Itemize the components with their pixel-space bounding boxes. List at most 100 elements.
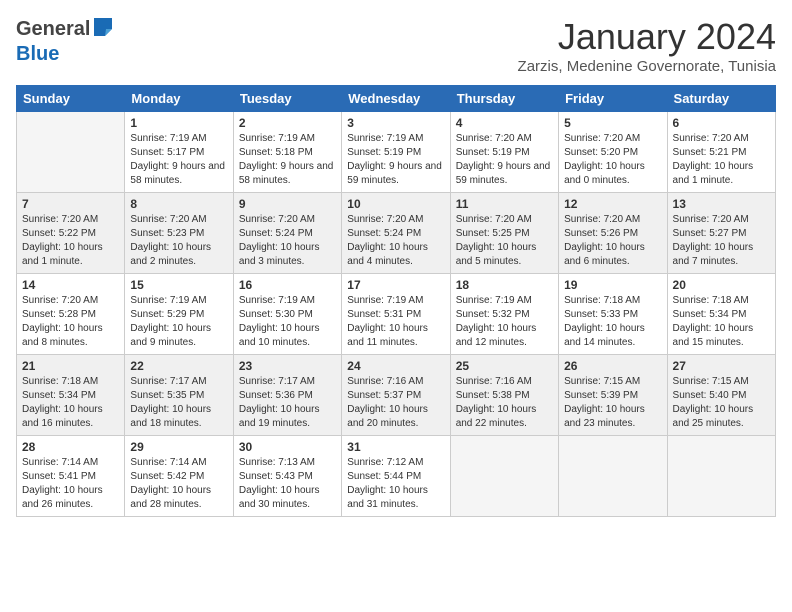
day-number: 29 (130, 440, 227, 454)
day-info: Sunrise: 7:19 AM Sunset: 5:30 PM Dayligh… (239, 294, 336, 350)
day-info: Sunrise: 7:20 AM Sunset: 5:26 PM Dayligh… (564, 213, 661, 269)
col-wednesday: Wednesday (342, 86, 450, 112)
day-number: 19 (564, 278, 661, 292)
table-row: 19 Sunrise: 7:18 AM Sunset: 5:33 PM Dayli… (559, 274, 667, 355)
day-number: 30 (239, 440, 336, 454)
logo-icon (92, 16, 114, 43)
day-info: Sunrise: 7:17 AM Sunset: 5:35 PM Dayligh… (130, 375, 227, 431)
day-info: Sunrise: 7:16 AM Sunset: 5:37 PM Dayligh… (347, 375, 444, 431)
table-row: 17Sunrise: 7:19 AM Sunset: 5:31 PM Dayli… (342, 274, 450, 355)
day-number: 14 (22, 278, 119, 292)
table-row: 5 Sunrise: 7:20 AM Sunset: 5:20 PM Daylig… (559, 112, 667, 193)
day-info: Sunrise: 7:20 AM Sunset: 5:20 PM Dayligh… (564, 132, 661, 188)
day-info: Sunrise: 7:18 AM Sunset: 5:34 PM Dayligh… (673, 294, 770, 350)
day-number: 7 (22, 197, 119, 211)
table-row: 23Sunrise: 7:17 AM Sunset: 5:36 PM Dayli… (233, 355, 341, 436)
table-row: 11 Sunrise: 7:20 AM Sunset: 5:25 PM Dayli… (450, 193, 558, 274)
table-row: 9 Sunrise: 7:20 AM Sunset: 5:24 PM Daylig… (233, 193, 341, 274)
day-number: 15 (130, 278, 227, 292)
day-number: 28 (22, 440, 119, 454)
day-number: 21 (22, 359, 119, 373)
table-row (17, 112, 125, 193)
table-row: 10 Sunrise: 7:20 AM Sunset: 5:24 PM Dayli… (342, 193, 450, 274)
table-row (559, 436, 667, 517)
day-number: 9 (239, 197, 336, 211)
day-info: Sunrise: 7:13 AM Sunset: 5:43 PM Dayligh… (239, 456, 336, 512)
table-row: 1Sunrise: 7:19 AM Sunset: 5:17 PM Daylig… (125, 112, 233, 193)
day-number: 1 (130, 116, 227, 130)
table-row: 16 Sunrise: 7:19 AM Sunset: 5:30 PM Dayli… (233, 274, 341, 355)
table-row: 6 Sunrise: 7:20 AM Sunset: 5:21 PM Daylig… (667, 112, 775, 193)
day-number: 6 (673, 116, 770, 130)
col-sunday: Sunday (17, 86, 125, 112)
day-info: Sunrise: 7:20 AM Sunset: 5:24 PM Dayligh… (347, 213, 444, 269)
calendar-week-row: 14 Sunrise: 7:20 AM Sunset: 5:28 PM Dayli… (17, 274, 776, 355)
table-row: 8Sunrise: 7:20 AM Sunset: 5:23 PM Daylig… (125, 193, 233, 274)
day-info: Sunrise: 7:15 AM Sunset: 5:40 PM Dayligh… (673, 375, 770, 431)
day-info: Sunrise: 7:18 AM Sunset: 5:33 PM Dayligh… (564, 294, 661, 350)
day-number: 13 (673, 197, 770, 211)
calendar-header-row: Sunday Monday Tuesday Wednesday Thursday… (17, 86, 776, 112)
calendar-week-row: 7 Sunrise: 7:20 AM Sunset: 5:22 PM Daylig… (17, 193, 776, 274)
day-number: 24 (347, 359, 444, 373)
calendar-table: Sunday Monday Tuesday Wednesday Thursday… (16, 85, 776, 517)
day-number: 3 (347, 116, 444, 130)
col-friday: Friday (559, 86, 667, 112)
table-row: 14 Sunrise: 7:20 AM Sunset: 5:28 PM Dayli… (17, 274, 125, 355)
day-number: 20 (673, 278, 770, 292)
title-area: January 2024 Zarzis, Medenine Governorat… (518, 16, 776, 75)
day-number: 26 (564, 359, 661, 373)
location-subtitle: Zarzis, Medenine Governorate, Tunisia (518, 58, 776, 75)
table-row: 18 Sunrise: 7:19 AM Sunset: 5:32 PM Dayli… (450, 274, 558, 355)
calendar-week-row: 28 Sunrise: 7:14 AM Sunset: 5:41 PM Dayli… (17, 436, 776, 517)
day-info: Sunrise: 7:19 AM Sunset: 5:29 PM Dayligh… (130, 294, 227, 350)
page-header: General Blue January 2024 Zarzis, Medeni… (16, 16, 776, 75)
day-info: Sunrise: 7:20 AM Sunset: 5:25 PM Dayligh… (456, 213, 553, 269)
day-info: Sunrise: 7:19 AM Sunset: 5:32 PM Dayligh… (456, 294, 553, 350)
table-row: 21 Sunrise: 7:18 AM Sunset: 5:34 PM Dayli… (17, 355, 125, 436)
day-info: Sunrise: 7:19 AM Sunset: 5:31 PM Dayligh… (347, 294, 444, 350)
day-info: Sunrise: 7:14 AM Sunset: 5:41 PM Dayligh… (22, 456, 119, 512)
table-row (667, 436, 775, 517)
day-info: Sunrise: 7:20 AM Sunset: 5:28 PM Dayligh… (22, 294, 119, 350)
day-info: Sunrise: 7:17 AM Sunset: 5:36 PM Dayligh… (239, 375, 336, 431)
table-row: 24 Sunrise: 7:16 AM Sunset: 5:37 PM Dayli… (342, 355, 450, 436)
day-info: Sunrise: 7:18 AM Sunset: 5:34 PM Dayligh… (22, 375, 119, 431)
table-row: 15 Sunrise: 7:19 AM Sunset: 5:29 PM Dayli… (125, 274, 233, 355)
table-row: 29 Sunrise: 7:14 AM Sunset: 5:42 PM Dayli… (125, 436, 233, 517)
day-number: 18 (456, 278, 553, 292)
logo-blue-text: Blue (16, 43, 59, 65)
day-info: Sunrise: 7:14 AM Sunset: 5:42 PM Dayligh… (130, 456, 227, 512)
day-number: 25 (456, 359, 553, 373)
day-number: 11 (456, 197, 553, 211)
day-number: 2 (239, 116, 336, 130)
day-info: Sunrise: 7:15 AM Sunset: 5:39 PM Dayligh… (564, 375, 661, 431)
col-tuesday: Tuesday (233, 86, 341, 112)
day-number: 31 (347, 440, 444, 454)
day-info: Sunrise: 7:19 AM Sunset: 5:19 PM Dayligh… (347, 132, 444, 188)
logo: General Blue (16, 16, 114, 66)
day-number: 5 (564, 116, 661, 130)
day-info: Sunrise: 7:19 AM Sunset: 5:18 PM Dayligh… (239, 132, 336, 188)
day-number: 4 (456, 116, 553, 130)
day-number: 10 (347, 197, 444, 211)
day-info: Sunrise: 7:16 AM Sunset: 5:38 PM Dayligh… (456, 375, 553, 431)
day-info: Sunrise: 7:20 AM Sunset: 5:21 PM Dayligh… (673, 132, 770, 188)
table-row: 25 Sunrise: 7:16 AM Sunset: 5:38 PM Dayli… (450, 355, 558, 436)
table-row: 27 Sunrise: 7:15 AM Sunset: 5:40 PM Dayli… (667, 355, 775, 436)
day-info: Sunrise: 7:20 AM Sunset: 5:27 PM Dayligh… (673, 213, 770, 269)
day-info: Sunrise: 7:20 AM Sunset: 5:22 PM Dayligh… (22, 213, 119, 269)
col-saturday: Saturday (667, 86, 775, 112)
table-row: 7 Sunrise: 7:20 AM Sunset: 5:22 PM Daylig… (17, 193, 125, 274)
col-monday: Monday (125, 86, 233, 112)
day-number: 16 (239, 278, 336, 292)
day-number: 27 (673, 359, 770, 373)
day-number: 22 (130, 359, 227, 373)
day-info: Sunrise: 7:20 AM Sunset: 5:24 PM Dayligh… (239, 213, 336, 269)
table-row (450, 436, 558, 517)
day-number: 12 (564, 197, 661, 211)
day-number: 8 (130, 197, 227, 211)
table-row: 28 Sunrise: 7:14 AM Sunset: 5:41 PM Dayli… (17, 436, 125, 517)
col-thursday: Thursday (450, 86, 558, 112)
table-row: 3 Sunrise: 7:19 AM Sunset: 5:19 PM Daylig… (342, 112, 450, 193)
